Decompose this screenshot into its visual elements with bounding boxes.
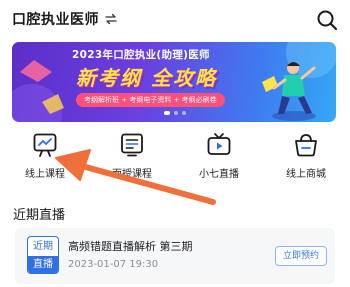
page-title[interactable]: 口腔执业医师 bbox=[12, 9, 99, 29]
carousel-dot bbox=[164, 111, 170, 115]
nav-item-online-store[interactable]: 线上商城 bbox=[266, 130, 346, 186]
app-home-screen: 口腔执业医师 2023年口腔执业(助理)医师 新考纲 全攻略 考纲解析班 + 考… bbox=[0, 0, 350, 287]
nav-item-online-courses[interactable]: 线上课程 bbox=[5, 130, 85, 186]
live-badge-top: 近期 bbox=[33, 241, 53, 252]
reserve-button[interactable]: 立即预约 bbox=[275, 246, 327, 266]
swap-arrows-icon[interactable] bbox=[105, 13, 117, 25]
nav-item-label: 线上商城 bbox=[286, 169, 326, 180]
banner-pill: 考纲解析班 + 考纲电子资料 + 考纲必刷卷 bbox=[76, 93, 225, 107]
nav-item-label: 线上课程 bbox=[25, 169, 65, 180]
section-title-recent-live: 近期直播 bbox=[13, 208, 66, 223]
top-bar: 口腔执业医师 bbox=[0, 0, 350, 40]
live-badge: 近期 直播 bbox=[27, 236, 59, 274]
tv-play-icon bbox=[207, 133, 231, 155]
nav-item-in-person-courses[interactable]: 面授课程 bbox=[92, 130, 172, 186]
nav-grid: 线上课程 面授课程 小七直播 线上商城 bbox=[0, 130, 350, 190]
exam-selector[interactable]: 口腔执业医师 bbox=[12, 8, 117, 30]
shopping-basket-icon bbox=[295, 134, 317, 157]
document-board-icon bbox=[121, 133, 143, 157]
promo-banner[interactable]: 2023年口腔执业(助理)医师 新考纲 全攻略 考纲解析班 + 考纲电子资料 +… bbox=[12, 42, 336, 122]
nav-item-live-streams[interactable]: 小七直播 bbox=[179, 130, 259, 186]
live-session-time: 2023-01-07 19:30 bbox=[68, 259, 159, 270]
live-badge-bottom: 直播 bbox=[28, 256, 58, 273]
banner-main-text: 新考纲 全攻略 bbox=[76, 66, 217, 90]
banner-headline: 2023年口腔执业(助理)医师 bbox=[72, 49, 210, 61]
live-session-title: 高频错题直播解析 第三期 bbox=[68, 240, 193, 253]
nav-item-label: 面授课程 bbox=[112, 169, 152, 180]
presentation-board-icon bbox=[33, 133, 57, 157]
carousel-dot bbox=[174, 111, 178, 115]
search-icon[interactable] bbox=[316, 9, 338, 31]
carousel-indicator bbox=[0, 111, 350, 117]
carousel-dot bbox=[182, 111, 186, 115]
nav-item-label: 小七直播 bbox=[199, 169, 239, 180]
live-session-card[interactable]: 近期 直播 高频错题直播解析 第三期 2023-01-07 19:30 立即预约 bbox=[15, 228, 335, 284]
